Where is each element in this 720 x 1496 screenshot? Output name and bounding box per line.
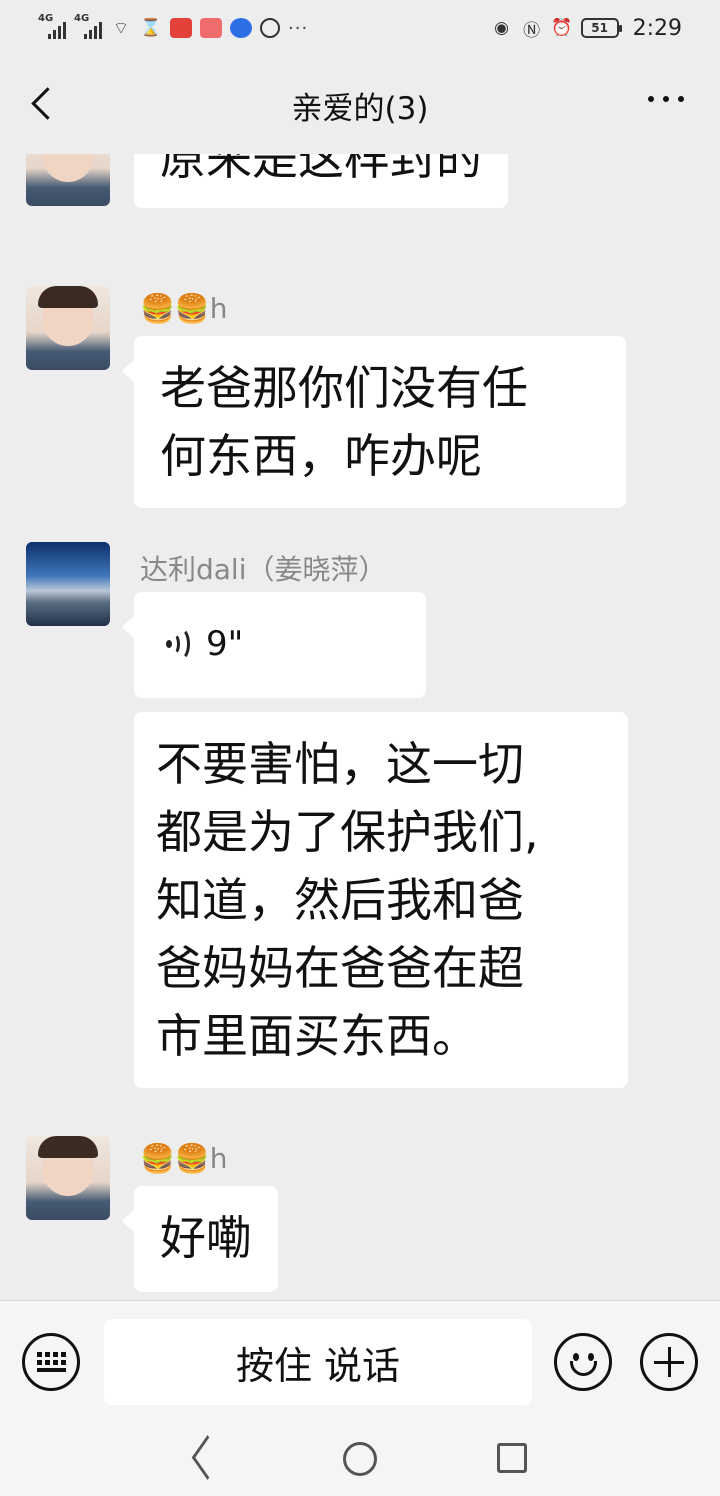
clock: 2:29 (632, 15, 682, 41)
avatar[interactable] (26, 154, 110, 206)
avatar[interactable] (26, 542, 110, 626)
keyboard-toggle-button[interactable] (22, 1333, 80, 1391)
message-text-line: 爸妈妈在爸爸在超 (156, 941, 524, 995)
keyboard-icon (36, 1352, 66, 1372)
message-list[interactable]: 原来是这样封的 🍔🍔h 老爸那你们没有任 何东西，咋办呢 达利dali（姜晓萍）… (0, 154, 720, 1300)
status-bar: 4G 4G ⌔ ⌛ ··· ◉ Ⓝ ⏰ 51 2:29 (0, 0, 720, 56)
wifi-icon: ⌔ (113, 18, 129, 39)
hand-notification-icon (260, 18, 280, 38)
status-right: ◉ Ⓝ ⏰ 51 2:29 (491, 16, 682, 41)
nav-home-button[interactable] (343, 1442, 377, 1476)
network-type-1: 4G (38, 13, 54, 24)
status-left: 4G 4G ⌔ ⌛ ··· (38, 13, 309, 39)
message-bubble[interactable]: 原来是这样封的 (134, 154, 508, 208)
message-text-line: 老爸那你们没有任 (160, 361, 528, 415)
message-text-line: 市里面买东西。 (156, 1009, 478, 1063)
hourglass-icon: ⌛ (140, 18, 162, 38)
message-bubble[interactable]: 老爸那你们没有任 何东西，咋办呢 (122, 336, 626, 508)
voice-message-bubble[interactable]: 9" (122, 592, 426, 698)
signal-icon-2: 4G (74, 13, 102, 39)
signal-icon-1: 4G (38, 13, 66, 39)
hold-to-talk-button[interactable]: 按住 说话 (104, 1319, 532, 1405)
nav-recents-button[interactable] (497, 1443, 527, 1473)
avatar[interactable] (26, 1136, 110, 1220)
nfc-icon: Ⓝ (523, 20, 541, 41)
chat-header: 亲爱的(3) (0, 56, 720, 154)
bulb-notification-icon (230, 18, 252, 38)
message-text-line: 何东西，咋办呢 (160, 429, 482, 483)
battery-icon: 51 (580, 18, 622, 38)
voice-duration: 9" (206, 624, 244, 664)
message-text-line: 不要害怕，这一切 (156, 737, 524, 791)
back-button[interactable] (26, 84, 60, 124)
eye-icon: ◉ (494, 18, 510, 38)
message-text: 好嘞 (160, 1211, 252, 1265)
sender-name: 🍔🍔h (140, 292, 228, 325)
emoji-button[interactable] (554, 1333, 612, 1391)
chat-title: 亲爱的(3) (291, 90, 429, 127)
nav-back-button[interactable] (190, 1440, 226, 1476)
input-bar: 按住 说话 (0, 1300, 720, 1420)
battery-level: 51 (591, 21, 608, 35)
message-text-line: 知道，然后我和爸 (156, 873, 524, 927)
alarm-icon: ⏰ (551, 18, 573, 38)
emoji-icon (573, 1353, 579, 1361)
plus-button[interactable] (640, 1333, 698, 1391)
avatar[interactable] (26, 286, 110, 370)
message-bubble[interactable]: 好嘞 (122, 1186, 278, 1292)
sender-name: 🍔🍔h (140, 1142, 228, 1175)
message-text: 原来是这样封的 (160, 154, 482, 185)
network-type-2: 4G (74, 13, 90, 24)
more-notifications-icon: ··· (288, 17, 309, 39)
gift-notification-icon (200, 18, 222, 38)
system-nav-bar (0, 1420, 720, 1496)
message-text-line: 都是为了保护我们, (156, 805, 539, 859)
sender-name: 达利dali（姜晓萍） (140, 553, 387, 586)
voice-wave-icon (166, 627, 194, 661)
message-bubble[interactable]: 不要害怕，这一切 都是为了保护我们, 知道，然后我和爸 爸妈妈在爸爸在超 市里面… (134, 712, 628, 1088)
app-notification-icon (170, 18, 192, 38)
more-options-button[interactable] (648, 96, 684, 102)
voice-message: 9" (160, 610, 400, 678)
